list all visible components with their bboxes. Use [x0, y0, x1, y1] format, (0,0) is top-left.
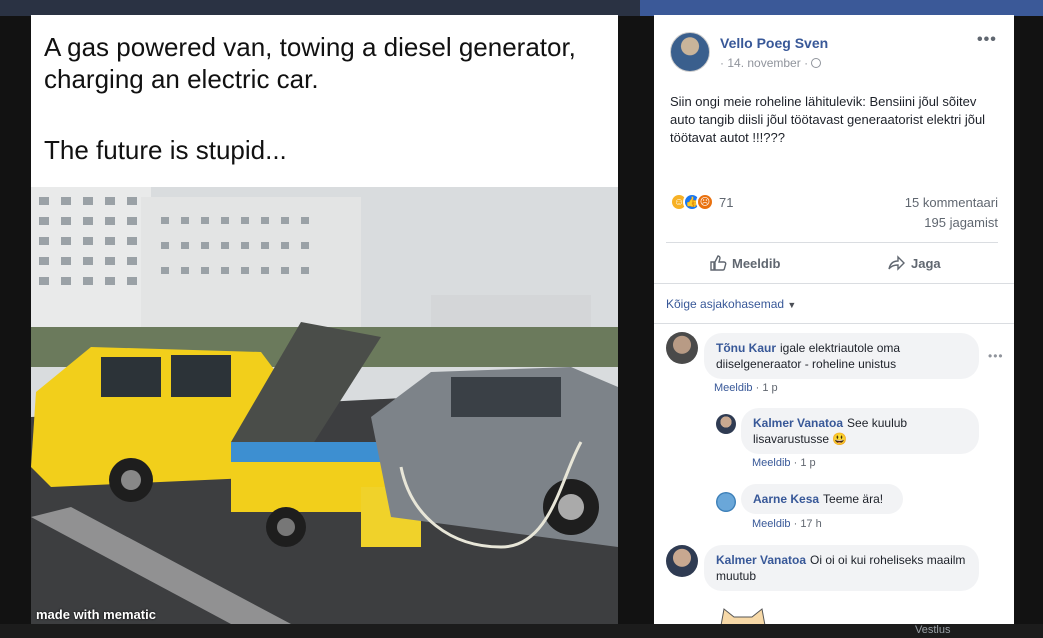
reaction-count: 71: [719, 194, 734, 210]
post-text: Siin ongi meie roheline lähitulevik: Ben…: [670, 94, 986, 145]
like-label: Meeldib: [732, 255, 781, 271]
post-panel: Vello Poeg Sven · 14. november · ••• Sii…: [654, 15, 1014, 624]
photo-scene: [31, 187, 618, 624]
caret-down-icon: ▼: [787, 300, 797, 310]
meme-caption: A gas powered van, towing a diesel gener…: [44, 32, 576, 94]
divider: [654, 323, 1014, 324]
comment-like-link[interactable]: Meeldib: [714, 382, 753, 394]
comment-meta: Meeldib · 1 p: [714, 382, 778, 394]
comment-time[interactable]: 1 p: [800, 457, 815, 469]
author-name[interactable]: Vello Poeg Sven: [720, 35, 828, 51]
post-photo[interactable]: A gas powered van, towing a diesel gener…: [31, 15, 618, 624]
comment-bubble: Kalmer Vanatoa See kuulub lisavarustusse …: [741, 408, 979, 454]
comment-bubble: Tõnu Kaur igale elektriautole oma diiselg…: [704, 333, 979, 379]
comment-like-link[interactable]: Meeldib: [752, 457, 791, 469]
post-date-text[interactable]: 14. november: [727, 56, 800, 70]
share-label: Jaga: [911, 255, 941, 271]
thumbs-up-icon: [710, 255, 727, 271]
chat-label[interactable]: Vestlus: [915, 624, 950, 636]
comment-text: Teeme ära!: [823, 492, 884, 506]
commenter-avatar[interactable]: [716, 414, 736, 434]
post-date[interactable]: · 14. november ·: [720, 56, 822, 70]
commenter-name[interactable]: Kalmer Vanatoa: [716, 553, 806, 567]
comment-meta: Meeldib · 17 h: [752, 518, 822, 530]
watermark: made with mematic: [36, 607, 156, 622]
comment-bubble: Aarne Kesa Teeme ära!: [741, 484, 903, 514]
comment-time[interactable]: 1 p: [762, 382, 777, 394]
comment-bubble: Kalmer Vanatoa Oi oi oi kui roheliseks ma…: [704, 545, 979, 591]
globe-icon: [811, 58, 822, 68]
facebook-header: [640, 0, 1043, 16]
shares-count[interactable]: 195 jagamist: [924, 215, 998, 230]
comment-options-icon[interactable]: •••: [988, 349, 1004, 363]
sort-label: Kõige asjakohasemad: [666, 297, 785, 311]
commenter-name[interactable]: Tõnu Kaur: [716, 341, 776, 355]
commenter-name[interactable]: Kalmer Vanatoa: [753, 416, 843, 430]
meme-punchline: The future is stupid...: [44, 135, 287, 165]
reactions-summary[interactable]: ☺ 👍 ☹ 71: [670, 192, 733, 212]
comments-count[interactable]: 15 kommentaari: [905, 195, 998, 210]
bottom-bar: [0, 624, 1043, 638]
divider: [654, 283, 1014, 284]
commenter-avatar[interactable]: [716, 492, 736, 512]
commenter-avatar[interactable]: [666, 332, 698, 364]
commenter-name[interactable]: Aarne Kesa: [753, 492, 819, 506]
like-button[interactable]: Meeldib: [709, 254, 780, 272]
angry-reaction-icon: ☹: [696, 193, 714, 211]
share-arrow-icon: [888, 255, 905, 271]
more-options-icon[interactable]: •••: [977, 31, 997, 49]
commenter-avatar[interactable]: [666, 545, 698, 577]
author-avatar[interactable]: [670, 32, 710, 72]
share-button[interactable]: Jaga: [888, 254, 941, 272]
comment-sort-dropdown[interactable]: Kõige asjakohasemad ▼: [666, 297, 796, 311]
comment-meta: Meeldib · 1 p: [752, 457, 816, 469]
divider: [666, 242, 998, 243]
cat-sticker-icon: [720, 608, 766, 624]
comment-like-link[interactable]: Meeldib: [752, 518, 791, 530]
top-bar: [0, 0, 1043, 16]
comment-time[interactable]: 17 h: [800, 518, 821, 530]
